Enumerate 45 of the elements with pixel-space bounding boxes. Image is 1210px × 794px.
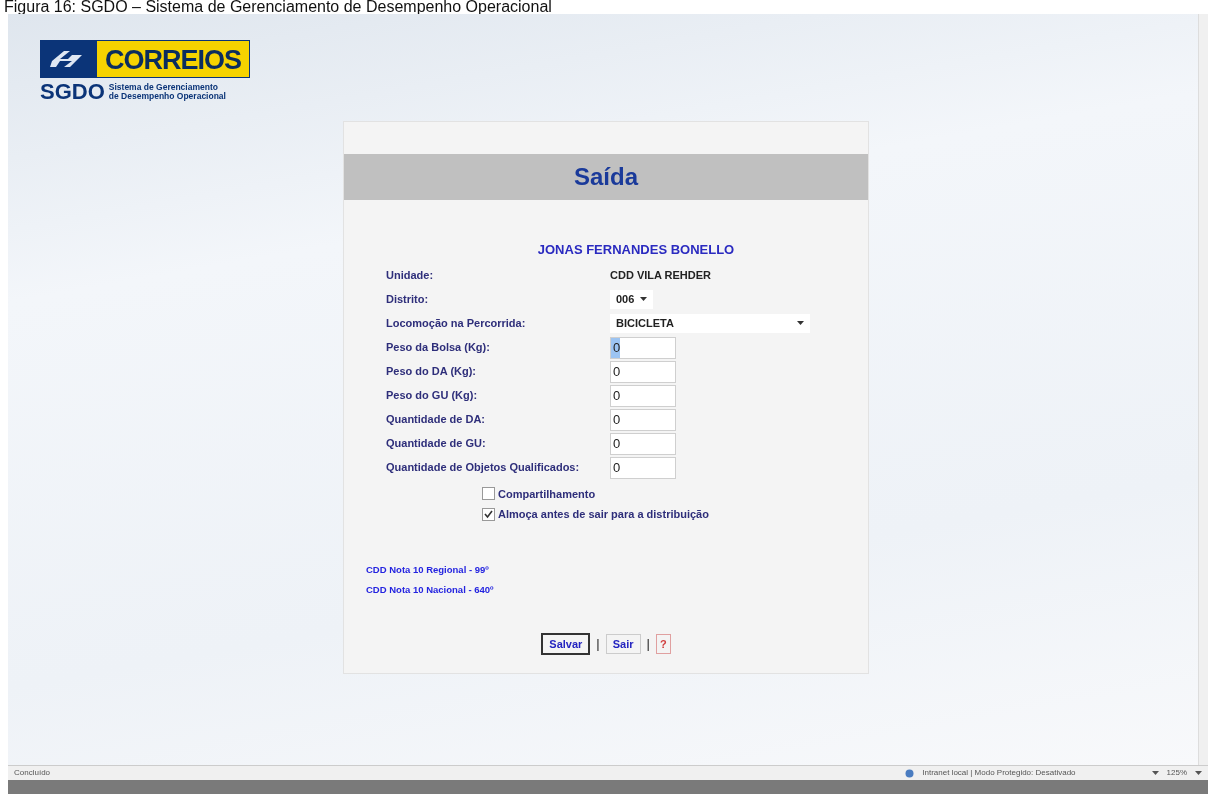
security-zone[interactable]: Intranet local | Modo Protegido: Desativado: [922, 767, 1076, 779]
arrows-logo-icon: [40, 40, 96, 78]
input-field[interactable]: 0: [610, 432, 676, 455]
field-label: Quantidade de DA:: [386, 412, 486, 428]
save-button[interactable]: Salvar: [541, 633, 591, 655]
field-label: Peso do GU (Kg):: [386, 388, 479, 404]
logo-subtitle: de Desempenho Operacional: [108, 92, 226, 101]
caret-icon[interactable]: [1195, 770, 1202, 776]
caret-icon[interactable]: [1151, 770, 1159, 776]
field-label: Distrito:: [386, 292, 430, 308]
select-field[interactable]: 006: [610, 290, 654, 309]
checkbox-label: Almoça antes de sair para a distribuição: [498, 507, 709, 522]
panel-title: Saída: [344, 154, 868, 200]
field-label: Peso da Bolsa (Kg):: [386, 340, 491, 356]
field-label: Peso do DA (Kg):: [386, 364, 478, 380]
input-field[interactable]: 0: [610, 360, 676, 383]
caret-icon[interactable]: [797, 321, 804, 326]
status-text: Concluído: [14, 767, 51, 779]
field-value: CDD VILA REHDER: [610, 268, 712, 284]
input-field[interactable]: 0: [610, 408, 676, 431]
logo-brand: CORREIOS: [96, 40, 251, 78]
input-field[interactable]: 0: [610, 456, 676, 479]
field-label: Unidade:: [386, 268, 435, 284]
logo-acronym: SGDO: [40, 81, 105, 103]
checkbox[interactable]: [482, 487, 495, 501]
input-field[interactable]: 0: [610, 336, 676, 359]
exit-button[interactable]: Sair: [605, 634, 641, 654]
separator: |: [596, 635, 600, 654]
checkbox-label: Compartilhamento: [498, 486, 596, 502]
separator: |: [646, 635, 650, 654]
ranking-text: CDD Nota 10 Nacional - 640º: [366, 582, 495, 597]
checkbox[interactable]: [482, 507, 495, 521]
logo-subtitle: Sistema de Gerenciamento: [108, 83, 219, 92]
figure-caption: Figura 16: SGDO – Sistema de Gerenciamento de Desempenho Operacional: [3, 0, 553, 14]
select-field[interactable]: BICICLETA: [610, 314, 810, 333]
field-label: Quantidade de GU:: [386, 436, 487, 452]
ranking-text: CDD Nota 10 Regional - 99º: [366, 562, 490, 577]
caret-icon[interactable]: [640, 297, 648, 302]
field-label: Quantidade de Objetos Qualificados:: [386, 460, 581, 476]
globe-icon: [905, 768, 915, 778]
field-label: Locomoção na Percorrida:: [386, 316, 527, 332]
help-button[interactable]: ?: [655, 634, 671, 654]
input-field[interactable]: 0: [610, 384, 676, 407]
zoom-level[interactable]: 125%: [1166, 767, 1187, 779]
employee-name: JONAS FERNANDES BONELLO: [536, 241, 736, 259]
